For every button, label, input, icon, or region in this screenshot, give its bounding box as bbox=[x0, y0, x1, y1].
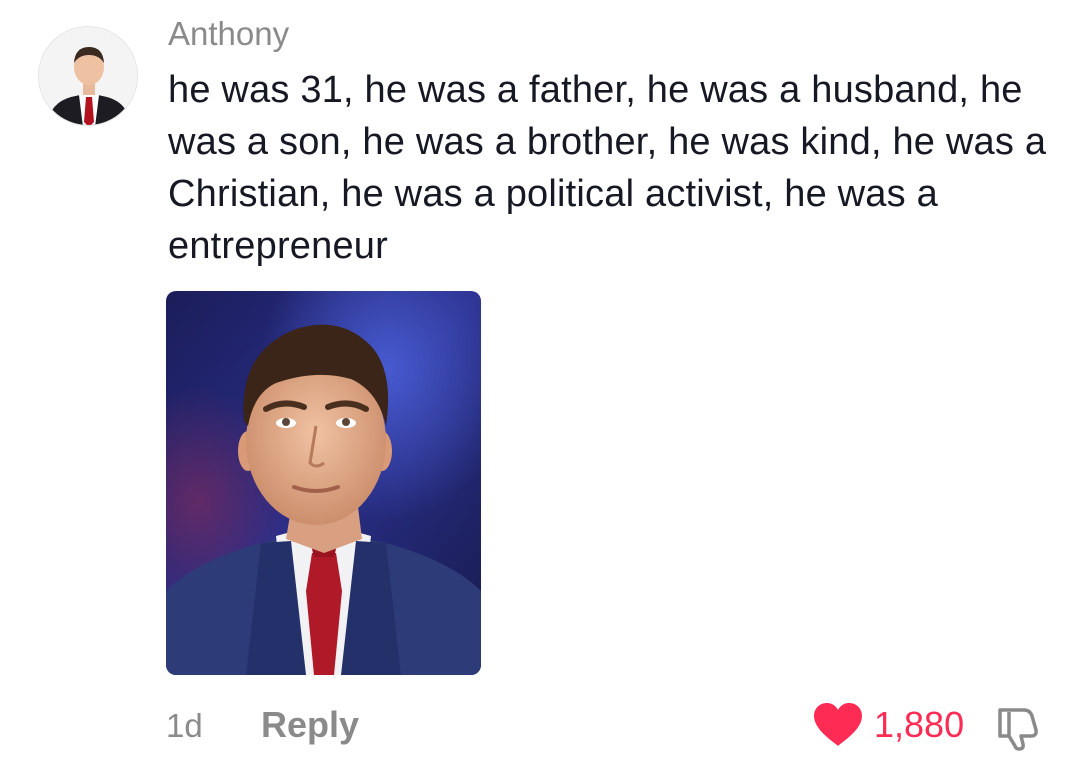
username[interactable]: Anthony bbox=[168, 14, 289, 54]
comment-text: he was 31, he was a father, he was a hus… bbox=[168, 69, 1047, 267]
heart-icon[interactable] bbox=[812, 702, 864, 748]
comment-actions: 1d Reply 1,880 bbox=[0, 700, 1080, 752]
avatar[interactable] bbox=[38, 26, 138, 126]
like-button[interactable]: 1,880 bbox=[812, 700, 964, 750]
reply-button[interactable]: Reply bbox=[261, 704, 359, 746]
timestamp: 1d bbox=[166, 707, 203, 744]
comment-photo[interactable] bbox=[166, 291, 481, 675]
like-count: 1,880 bbox=[874, 704, 965, 745]
thumbs-down-icon[interactable] bbox=[992, 704, 1040, 752]
comment-item: Anthony he was 31, he was a father, he w… bbox=[0, 0, 1080, 762]
